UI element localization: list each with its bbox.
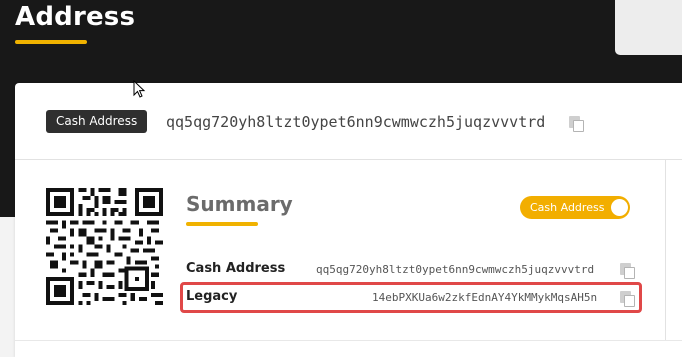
- legacy-address-value: 14ebPXKUa6w2zkfEdnAY4YkMMykMqsAH5n: [372, 291, 598, 304]
- address-card: Cash Address qq5qg720yh8ltzt0ypet6nn9cwm…: [15, 83, 682, 357]
- address-format-toggle[interactable]: Cash Address: [520, 196, 630, 219]
- toggle-knob: [611, 199, 628, 216]
- copy-icon[interactable]: [569, 116, 584, 132]
- mouse-cursor-icon: [133, 80, 146, 98]
- header-panel: [615, 0, 682, 55]
- qr-code: [46, 188, 163, 305]
- address-value: qq5qg720yh8ltzt0ypet6nn9cwmwczh5juqzvvvt…: [166, 113, 546, 131]
- title-underline: [15, 40, 87, 44]
- toggle-label: Cash Address: [530, 201, 605, 214]
- cash-address-value: qq5qg720yh8ltzt0ypet6nn9cwmwczh5juqzvvvt…: [316, 263, 595, 276]
- address-type-badge: Cash Address: [46, 110, 148, 133]
- address-header-row: Cash Address qq5qg720yh8ltzt0ypet6nn9cwm…: [15, 83, 682, 160]
- summary-underline: [186, 222, 258, 226]
- legacy-label: Legacy: [186, 289, 238, 304]
- cash-address-label: Cash Address: [186, 261, 286, 276]
- divider: [665, 160, 666, 340]
- copy-icon[interactable]: [620, 263, 635, 279]
- page-title: Address: [15, 2, 136, 32]
- divider: [15, 340, 682, 341]
- summary-title: Summary: [186, 192, 293, 216]
- copy-icon[interactable]: [620, 291, 635, 307]
